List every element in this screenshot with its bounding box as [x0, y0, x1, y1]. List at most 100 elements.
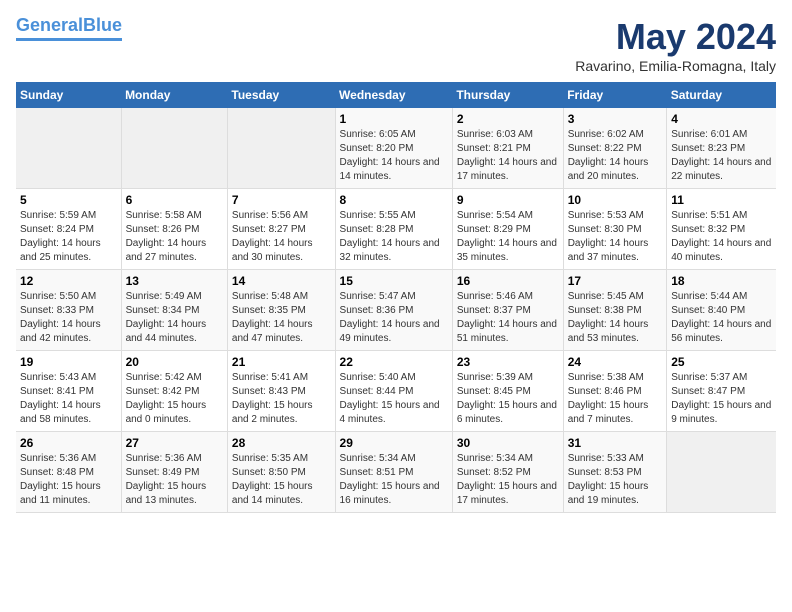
calendar-cell: 30 Sunrise: 5:34 AMSunset: 8:52 PMDayligh…	[452, 432, 563, 513]
day-number: 17	[568, 274, 663, 288]
week-row-1: 5 Sunrise: 5:59 AMSunset: 8:24 PMDaylight…	[16, 189, 776, 270]
header-day-thursday: Thursday	[452, 82, 563, 108]
title-section: May 2024 Ravarino, Emilia-Romagna, Italy	[575, 16, 776, 74]
calendar-cell: 23Sunrise: 5:39 AMSunset: 8:45 PMDayligh…	[452, 351, 563, 432]
day-info: Sunrise: 5:34 AMSunset: 8:52 PMDaylight:…	[457, 453, 557, 506]
calendar-cell: 13 Sunrise: 5:49 AMSunset: 8:34 PMDayligh…	[121, 270, 227, 351]
day-info: Sunrise: 5:51 AMSunset: 8:32 PMDaylight:…	[671, 210, 771, 263]
week-row-2: 12 Sunrise: 5:50 AMSunset: 8:33 PMDayligh…	[16, 270, 776, 351]
header-day-friday: Friday	[563, 82, 667, 108]
day-number: 21	[232, 355, 331, 369]
day-number: 5	[20, 193, 117, 207]
calendar-cell: 3 Sunrise: 6:02 AMSunset: 8:22 PMDaylight…	[563, 108, 667, 189]
day-number: 28	[232, 436, 331, 450]
day-number: 13	[126, 274, 223, 288]
calendar-cell: 15 Sunrise: 5:47 AMSunset: 8:36 PMDayligh…	[335, 270, 452, 351]
day-info: Sunrise: 5:47 AMSunset: 8:36 PMDaylight:…	[340, 291, 440, 344]
calendar-header: SundayMondayTuesdayWednesdayThursdayFrid…	[16, 82, 776, 108]
calendar-cell: 25 Sunrise: 5:37 AMSunset: 8:47 PMDayligh…	[667, 351, 776, 432]
day-info: Sunrise: 6:05 AMSunset: 8:20 PMDaylight:…	[340, 129, 440, 182]
day-info: Sunrise: 6:01 AMSunset: 8:23 PMDaylight:…	[671, 129, 771, 182]
calendar-cell: 24 Sunrise: 5:38 AMSunset: 8:46 PMDayligh…	[563, 351, 667, 432]
day-info: Sunrise: 5:58 AMSunset: 8:26 PMDaylight:…	[126, 210, 207, 263]
calendar-cell: 26Sunrise: 5:36 AMSunset: 8:48 PMDayligh…	[16, 432, 121, 513]
calendar-cell: 29 Sunrise: 5:34 AMSunset: 8:51 PMDayligh…	[335, 432, 452, 513]
day-info: Sunrise: 6:02 AMSunset: 8:22 PMDaylight:…	[568, 129, 649, 182]
calendar-cell: 16 Sunrise: 5:46 AMSunset: 8:37 PMDayligh…	[452, 270, 563, 351]
day-info: Sunrise: 5:59 AMSunset: 8:24 PMDaylight:…	[20, 210, 101, 263]
day-info: Sunrise: 5:36 AMSunset: 8:49 PMDaylight:…	[126, 453, 207, 506]
calendar-cell	[667, 432, 776, 513]
day-info: Sunrise: 5:48 AMSunset: 8:35 PMDaylight:…	[232, 291, 313, 344]
calendar-cell: 17 Sunrise: 5:45 AMSunset: 8:38 PMDayligh…	[563, 270, 667, 351]
main-title: May 2024	[575, 16, 776, 58]
calendar-cell: 8Sunrise: 5:55 AMSunset: 8:28 PMDaylight…	[335, 189, 452, 270]
page-header: GeneralBlue May 2024 Ravarino, Emilia-Ro…	[16, 16, 776, 74]
day-number: 2	[457, 112, 559, 126]
calendar-cell: 5 Sunrise: 5:59 AMSunset: 8:24 PMDaylight…	[16, 189, 121, 270]
day-info: Sunrise: 5:56 AMSunset: 8:27 PMDaylight:…	[232, 210, 313, 263]
day-number: 10	[568, 193, 663, 207]
logo: GeneralBlue	[16, 16, 122, 41]
calendar-cell: 12 Sunrise: 5:50 AMSunset: 8:33 PMDayligh…	[16, 270, 121, 351]
calendar-body: 1 Sunrise: 6:05 AMSunset: 8:20 PMDaylight…	[16, 108, 776, 513]
day-number: 15	[340, 274, 448, 288]
day-number: 9	[457, 193, 559, 207]
day-number: 16	[457, 274, 559, 288]
week-row-0: 1 Sunrise: 6:05 AMSunset: 8:20 PMDaylight…	[16, 108, 776, 189]
logo-underline	[16, 38, 122, 41]
day-info: Sunrise: 5:50 AMSunset: 8:33 PMDaylight:…	[20, 291, 101, 344]
calendar-cell	[121, 108, 227, 189]
header-row: SundayMondayTuesdayWednesdayThursdayFrid…	[16, 82, 776, 108]
calendar-cell: 27Sunrise: 5:36 AMSunset: 8:49 PMDayligh…	[121, 432, 227, 513]
day-info: Sunrise: 5:40 AMSunset: 8:44 PMDaylight:…	[340, 372, 440, 425]
day-number: 26	[20, 436, 117, 450]
day-info: Sunrise: 5:42 AMSunset: 8:42 PMDaylight:…	[126, 372, 207, 425]
day-info: Sunrise: 5:34 AMSunset: 8:51 PMDaylight:…	[340, 453, 440, 506]
calendar-cell: 9Sunrise: 5:54 AMSunset: 8:29 PMDaylight…	[452, 189, 563, 270]
header-day-wednesday: Wednesday	[335, 82, 452, 108]
day-info: Sunrise: 5:43 AMSunset: 8:41 PMDaylight:…	[20, 372, 101, 425]
header-day-tuesday: Tuesday	[227, 82, 335, 108]
day-info: Sunrise: 5:46 AMSunset: 8:37 PMDaylight:…	[457, 291, 557, 344]
week-row-3: 19Sunrise: 5:43 AMSunset: 8:41 PMDayligh…	[16, 351, 776, 432]
day-info: Sunrise: 5:44 AMSunset: 8:40 PMDaylight:…	[671, 291, 771, 344]
day-number: 31	[568, 436, 663, 450]
day-info: Sunrise: 5:53 AMSunset: 8:30 PMDaylight:…	[568, 210, 649, 263]
day-number: 3	[568, 112, 663, 126]
calendar-cell: 14Sunrise: 5:48 AMSunset: 8:35 PMDayligh…	[227, 270, 335, 351]
day-number: 25	[671, 355, 772, 369]
calendar-cell: 31 Sunrise: 5:33 AMSunset: 8:53 PMDayligh…	[563, 432, 667, 513]
calendar-cell: 2Sunrise: 6:03 AMSunset: 8:21 PMDaylight…	[452, 108, 563, 189]
day-info: Sunrise: 5:49 AMSunset: 8:34 PMDaylight:…	[126, 291, 207, 344]
calendar-cell: 21Sunrise: 5:41 AMSunset: 8:43 PMDayligh…	[227, 351, 335, 432]
day-number: 18	[671, 274, 772, 288]
day-info: Sunrise: 5:35 AMSunset: 8:50 PMDaylight:…	[232, 453, 313, 506]
day-info: Sunrise: 5:45 AMSunset: 8:38 PMDaylight:…	[568, 291, 649, 344]
day-number: 12	[20, 274, 117, 288]
logo-general: General	[16, 15, 83, 35]
calendar-cell	[227, 108, 335, 189]
calendar-cell: 18 Sunrise: 5:44 AMSunset: 8:40 PMDayligh…	[667, 270, 776, 351]
calendar-cell: 11Sunrise: 5:51 AMSunset: 8:32 PMDayligh…	[667, 189, 776, 270]
day-info: Sunrise: 5:38 AMSunset: 8:46 PMDaylight:…	[568, 372, 649, 425]
day-number: 1	[340, 112, 448, 126]
day-info: Sunrise: 5:33 AMSunset: 8:53 PMDaylight:…	[568, 453, 649, 506]
calendar-cell: 28 Sunrise: 5:35 AMSunset: 8:50 PMDayligh…	[227, 432, 335, 513]
day-info: Sunrise: 5:37 AMSunset: 8:47 PMDaylight:…	[671, 372, 771, 425]
day-number: 6	[126, 193, 223, 207]
day-number: 20	[126, 355, 223, 369]
day-number: 22	[340, 355, 448, 369]
day-info: Sunrise: 5:39 AMSunset: 8:45 PMDaylight:…	[457, 372, 557, 425]
logo-blue: Blue	[83, 15, 122, 35]
day-number: 29	[340, 436, 448, 450]
day-number: 30	[457, 436, 559, 450]
subtitle: Ravarino, Emilia-Romagna, Italy	[575, 58, 776, 74]
header-day-sunday: Sunday	[16, 82, 121, 108]
calendar-cell: 20 Sunrise: 5:42 AMSunset: 8:42 PMDayligh…	[121, 351, 227, 432]
day-number: 4	[671, 112, 772, 126]
calendar-cell: 1 Sunrise: 6:05 AMSunset: 8:20 PMDaylight…	[335, 108, 452, 189]
calendar-cell: 10 Sunrise: 5:53 AMSunset: 8:30 PMDayligh…	[563, 189, 667, 270]
day-number: 7	[232, 193, 331, 207]
day-number: 24	[568, 355, 663, 369]
